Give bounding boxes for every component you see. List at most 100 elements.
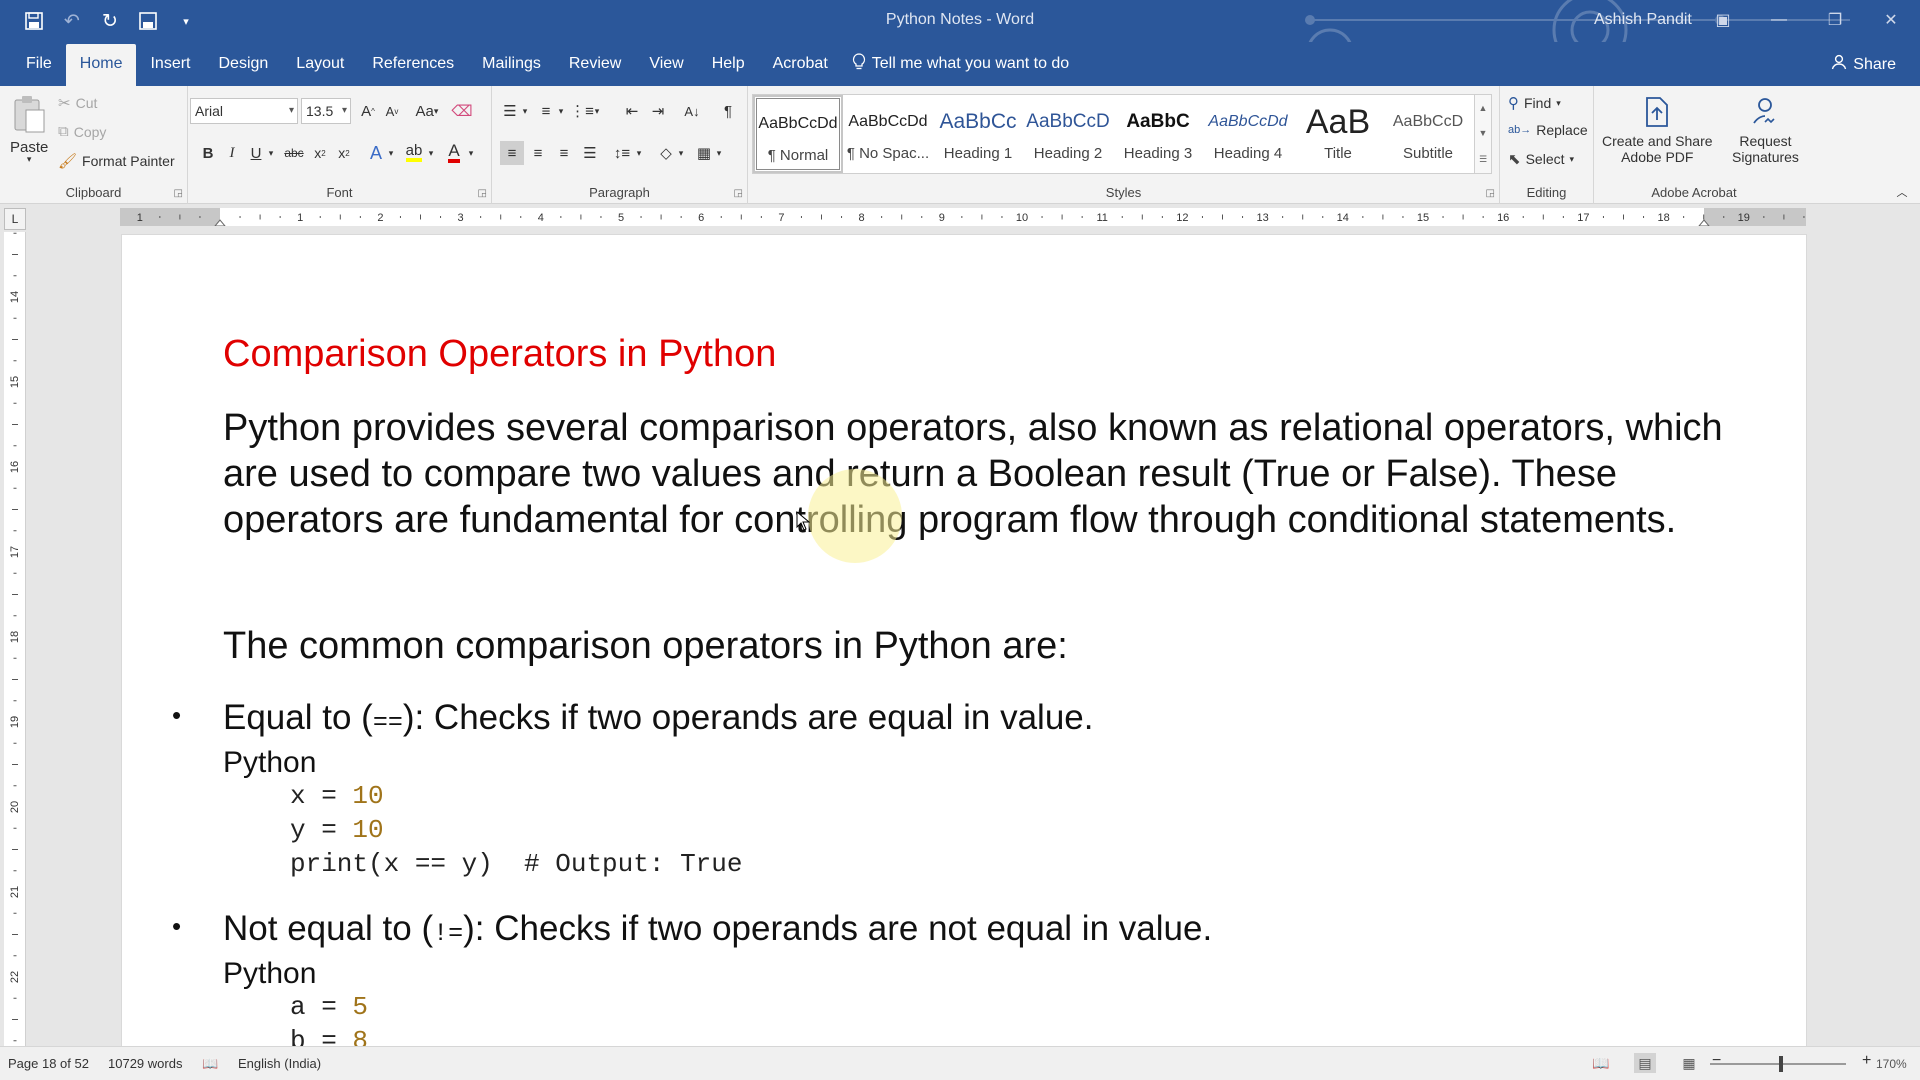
title-bar: ↶ ↻ ▾ Python Notes - Word Ashish Pandit … xyxy=(0,0,1920,76)
cut-button[interactable]: ✂ Cut xyxy=(58,94,97,112)
style-normal[interactable]: AaBbCcDd ¶ Normal xyxy=(753,95,843,173)
format-painter-button[interactable]: 🖌 Format Painter xyxy=(58,152,175,170)
proofing-icon[interactable]: 📖 xyxy=(202,1056,218,1072)
style-title[interactable]: AaB Title xyxy=(1293,95,1383,173)
bullets-dropdown-icon[interactable]: ▾ xyxy=(518,99,532,123)
zoom-slider[interactable] xyxy=(1710,1056,1846,1072)
shrink-font-icon[interactable]: Av xyxy=(380,99,404,123)
document-page[interactable]: Comparison Operators in Python Python pr… xyxy=(122,235,1806,1046)
minimize-icon[interactable]: — xyxy=(1764,6,1794,34)
grow-font-icon[interactable]: A ^ xyxy=(356,99,380,123)
tab-view[interactable]: View xyxy=(635,42,697,86)
replace-button[interactable]: ab→ Replace xyxy=(1508,122,1588,138)
highlight-icon[interactable]: ab xyxy=(402,141,426,165)
tab-selector[interactable]: L xyxy=(4,208,26,230)
language-indicator[interactable]: English (India) xyxy=(238,1056,321,1071)
style-heading-1[interactable]: AaBbCc Heading 1 xyxy=(933,95,1023,173)
align-center-icon[interactable]: ≡ xyxy=(526,141,550,165)
increase-indent-icon[interactable]: ⇥ xyxy=(646,99,670,123)
line-spacing-dropdown-icon[interactable]: ▾ xyxy=(632,141,646,165)
style-heading-2[interactable]: AaBbCcD Heading 2 xyxy=(1023,95,1113,173)
italic-icon[interactable]: I xyxy=(220,141,244,165)
paste-button[interactable]: Paste ▾ xyxy=(10,94,48,165)
ribbon-display-options-icon[interactable]: ▣ xyxy=(1708,6,1738,34)
gallery-down-icon[interactable]: ▼ xyxy=(1479,128,1488,138)
zoom-slider-knob[interactable] xyxy=(1778,1056,1783,1072)
person-icon xyxy=(1831,54,1847,75)
tell-me-box[interactable]: Tell me what you want to do xyxy=(842,52,1069,76)
shading-dropdown-icon[interactable]: ▾ xyxy=(674,141,688,165)
share-button[interactable]: Share xyxy=(1831,54,1896,75)
font-name-dropdown-icon[interactable]: ▾ xyxy=(289,99,294,123)
highlight-dropdown-icon[interactable]: ▾ xyxy=(424,141,438,165)
select-button[interactable]: ⬉ Select ▾ xyxy=(1508,150,1574,168)
horizontal-ruler[interactable]: 1 1 2 3 4 5 6 7 8 9 10 11 12 13 14 15 16 17 18 19 xyxy=(120,208,1806,226)
underline-dropdown-icon[interactable]: ▾ xyxy=(264,141,278,165)
font-size-dropdown-icon[interactable]: ▾ xyxy=(342,99,347,123)
print-layout-icon[interactable]: ▤ xyxy=(1634,1053,1656,1073)
ruler-number: 4 xyxy=(538,212,544,224)
strikethrough-icon[interactable]: abc xyxy=(282,141,306,165)
change-case-button[interactable]: Aa ▾ xyxy=(410,99,444,123)
align-right-icon[interactable]: ≡ xyxy=(552,141,576,165)
styles-launcher-icon[interactable]: ◲ xyxy=(1486,188,1495,199)
borders-dropdown-icon[interactable]: ▾ xyxy=(712,141,726,165)
tab-review[interactable]: Review xyxy=(555,42,635,86)
text-effects-dropdown-icon[interactable]: ▾ xyxy=(384,141,398,165)
style-subtitle[interactable]: AaBbCcD Subtitle xyxy=(1383,95,1473,173)
zoom-in-icon[interactable]: + xyxy=(1862,1052,1871,1070)
tab-help[interactable]: Help xyxy=(698,42,759,86)
numbering-dropdown-icon[interactable]: ▾ xyxy=(554,99,568,123)
subscript-icon[interactable]: x2 xyxy=(308,141,332,165)
zoom-level[interactable]: 170% xyxy=(1874,1057,1907,1071)
style-heading-4[interactable]: AaBbCcDd Heading 4 xyxy=(1203,95,1293,173)
word-count[interactable]: 10729 words xyxy=(108,1056,182,1071)
sort-icon[interactable]: A↓ xyxy=(680,99,704,123)
font-launcher-icon[interactable]: ◲ xyxy=(478,188,487,199)
style-sample: AaBbCcDd xyxy=(758,115,838,132)
create-share-pdf-button[interactable]: Create and Share Adobe PDF xyxy=(1602,96,1713,165)
tab-acrobat[interactable]: Acrobat xyxy=(759,42,842,86)
request-signatures-button[interactable]: Request Signatures xyxy=(1732,96,1799,165)
vertical-ruler[interactable]: 14 15 16 17 18 19 20 21 22 xyxy=(4,232,26,1046)
tab-file[interactable]: File xyxy=(12,42,66,86)
font-color-icon[interactable]: A xyxy=(442,141,466,165)
font-name-box[interactable]: Arial ▾ xyxy=(190,98,298,124)
multilevel-dropdown-icon[interactable]: ▾ xyxy=(590,99,604,123)
collapse-ribbon-icon[interactable]: ︿ xyxy=(1890,180,1914,204)
bold-icon[interactable]: B xyxy=(196,141,220,165)
zoom-out-icon[interactable]: − xyxy=(1712,1052,1721,1070)
tab-insert[interactable]: Insert xyxy=(136,42,204,86)
page-count[interactable]: Page 18 of 52 xyxy=(8,1056,89,1071)
read-mode-icon[interactable]: 📖 xyxy=(1590,1053,1612,1073)
web-layout-icon[interactable]: ▦ xyxy=(1678,1053,1700,1073)
tab-home[interactable]: Home xyxy=(65,44,137,86)
gallery-up-icon[interactable]: ▲ xyxy=(1479,103,1488,113)
ruler-number: 3 xyxy=(458,212,464,224)
close-icon[interactable]: ✕ xyxy=(1876,6,1906,34)
tab-references[interactable]: References xyxy=(358,42,468,86)
tab-design[interactable]: Design xyxy=(204,42,282,86)
line-spacing-icon[interactable]: ↕≡ xyxy=(610,141,634,165)
style-heading-3[interactable]: AaBbC Heading 3 xyxy=(1113,95,1203,173)
superscript-icon[interactable]: x2 xyxy=(332,141,356,165)
clipboard-launcher-icon[interactable]: ◲ xyxy=(174,188,183,199)
justify-icon[interactable]: ☰ xyxy=(578,141,602,165)
font-size-box[interactable]: 13.5 ▾ xyxy=(301,98,351,124)
find-button[interactable]: ⚲ Find ▾ xyxy=(1508,94,1561,112)
clear-formatting-icon[interactable]: ⌫ xyxy=(450,99,474,123)
right-indent-marker[interactable] xyxy=(1698,219,1710,226)
restore-icon[interactable]: ❐ xyxy=(1820,6,1850,34)
copy-button[interactable]: ⧉ Copy xyxy=(58,123,106,140)
paragraph-launcher-icon[interactable]: ◲ xyxy=(734,188,743,199)
font-color-dropdown-icon[interactable]: ▾ xyxy=(464,141,478,165)
style-no-spac[interactable]: AaBbCcDd ¶ No Spac... xyxy=(843,95,933,173)
show-formatting-marks-icon[interactable]: ¶ xyxy=(716,99,740,123)
first-line-indent-marker[interactable] xyxy=(214,219,226,226)
align-left-icon[interactable]: ≡ xyxy=(500,141,524,165)
decrease-indent-icon[interactable]: ⇤ xyxy=(620,99,644,123)
ruler-number: 18 xyxy=(1657,212,1669,224)
gallery-more-icon[interactable]: ☰ xyxy=(1479,154,1487,165)
tab-mailings[interactable]: Mailings xyxy=(468,42,555,86)
tab-layout[interactable]: Layout xyxy=(282,42,358,86)
